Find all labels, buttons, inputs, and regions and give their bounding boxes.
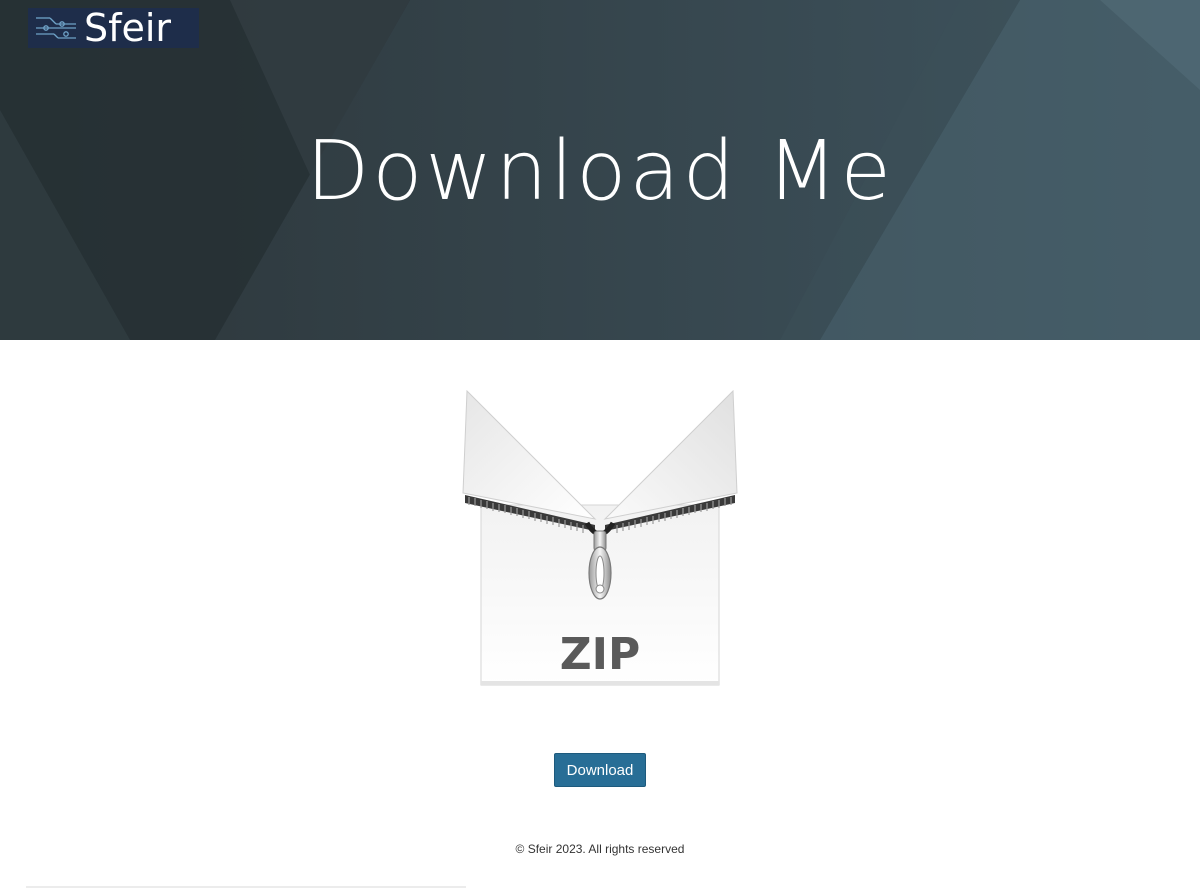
brand-logo[interactable]: Sfeir xyxy=(28,6,199,50)
divider xyxy=(26,886,466,888)
copyright-text: © Sfeir 2023. All rights reserved xyxy=(515,842,685,856)
page-title: Download Me xyxy=(306,124,894,219)
hero-banner: Sfeir Download Me xyxy=(0,0,1200,340)
download-button[interactable]: Download xyxy=(554,753,646,787)
circuit-lines-icon xyxy=(36,17,76,39)
zip-label: ZIP xyxy=(560,629,641,680)
zip-file-icon: ZIP xyxy=(455,385,745,695)
footer: © Sfeir 2023. All rights reserved xyxy=(0,842,1200,856)
brand-name: Sfeir xyxy=(84,6,172,50)
